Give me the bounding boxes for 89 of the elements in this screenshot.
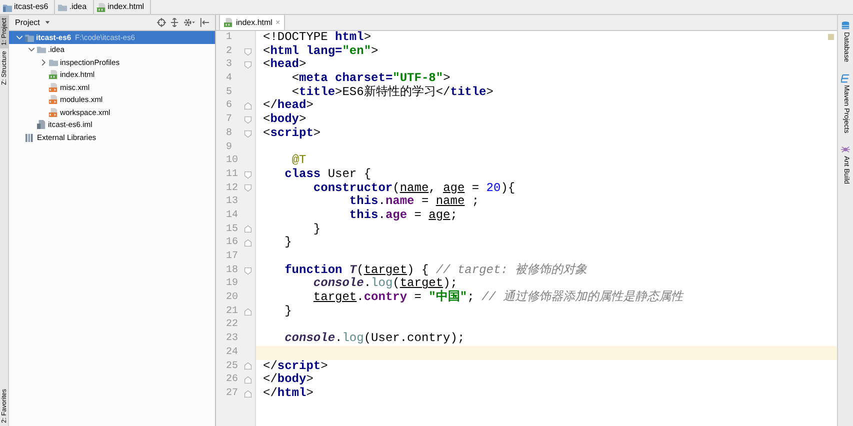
code-line: </head> (262, 99, 314, 113)
project-folder-icon (3, 2, 12, 12)
fold-marker-icon[interactable] (244, 390, 252, 398)
line-number: 2 (225, 44, 234, 58)
code-line: constructor(name, age = 20){ (312, 182, 516, 195)
line-number: 25 (225, 360, 240, 374)
code-line: this.name = name ; (348, 195, 480, 209)
line-number: 4 (225, 72, 234, 86)
line-number: 8 (225, 126, 234, 140)
folder-icon (58, 2, 68, 12)
line-number: 3 (225, 58, 234, 72)
module-file-icon (37, 120, 46, 130)
code-line: </script> (262, 360, 328, 373)
line-number: 20 (225, 291, 240, 305)
settings-icon[interactable] (183, 18, 196, 27)
line-number: 18 (225, 264, 240, 278)
line-number: 5 (225, 86, 234, 100)
collapse-all-icon[interactable] (170, 18, 179, 27)
fold-marker-icon[interactable] (244, 48, 252, 56)
breadcrumb-item[interactable]: index.html (94, 0, 152, 14)
code-line: <body> (262, 113, 306, 127)
html-file-icon (224, 18, 233, 27)
code-line: <meta charset="UTF-8"> (290, 72, 450, 86)
fold-marker-icon[interactable] (244, 308, 252, 316)
code-line: class User { (284, 168, 372, 182)
line-number: 13 (225, 195, 240, 209)
code-line: <html lang="en"> (262, 44, 378, 58)
line-number: 9 (225, 140, 234, 154)
line-number: 6 (225, 99, 234, 114)
line-number: 17 (225, 250, 240, 264)
code-line: target.contry = "中国"; // 通过修饰器添加的属性是静态属性 (312, 291, 684, 305)
fold-marker-icon[interactable] (244, 225, 252, 234)
fold-marker-icon[interactable] (244, 170, 252, 179)
fold-marker-icon[interactable] (244, 61, 252, 70)
code-line: console.log(User.contry); (284, 332, 465, 346)
line-number: 10 (225, 154, 240, 168)
hide-panel-icon[interactable] (200, 18, 209, 27)
line-number: 12 (225, 182, 240, 196)
code-line: </body> (262, 373, 314, 387)
code-line: <head> (262, 58, 306, 72)
fold-marker-icon[interactable] (244, 362, 252, 370)
code-line: } (312, 222, 321, 236)
line-number: 26 (225, 373, 240, 387)
code-line: <!DOCTYPE html> (262, 31, 372, 45)
line-number: 16 (225, 236, 240, 250)
dropdown-caret-icon (44, 19, 51, 26)
fold-marker-icon[interactable] (244, 266, 252, 275)
line-number: 1 (225, 31, 234, 45)
maven-icon (841, 74, 850, 83)
code-line: } (284, 304, 292, 318)
code-line: } (284, 236, 292, 250)
line-number: 11 (225, 168, 240, 182)
xml-file-icon (49, 108, 58, 117)
database-icon (841, 21, 850, 30)
line-number: 22 (225, 318, 240, 332)
ant-icon (841, 145, 850, 154)
code-line: console.log(target); (312, 277, 458, 290)
line-number: 7 (225, 113, 234, 127)
line-number: 19 (225, 277, 240, 292)
html-file-icon (49, 70, 58, 80)
code-line: this.age = age; (348, 208, 458, 223)
line-number: 24 (225, 346, 240, 360)
fold-marker-icon[interactable] (244, 184, 252, 192)
fold-marker-icon[interactable] (244, 239, 252, 248)
fold-marker-icon[interactable] (244, 376, 252, 384)
line-number: 27 (225, 386, 240, 401)
xml-file-icon (49, 82, 58, 92)
project-view-dropdown[interactable]: Project (15, 16, 51, 28)
line-number: 15 (225, 222, 240, 236)
code-line: function T(target) { // target: 被修饰的对象 (284, 264, 588, 277)
code-line: <title>ES6新特性的学习</title> (290, 86, 494, 99)
code-line: @T (290, 154, 306, 168)
html-file-icon (96, 2, 106, 12)
fold-marker-icon[interactable] (244, 102, 252, 110)
project-folder-icon (25, 32, 34, 42)
breadcrumb-item[interactable]: .idea (55, 0, 94, 14)
code-line: </html> (262, 386, 314, 401)
line-number: 14 (225, 208, 240, 223)
tab-label: index.html (236, 16, 272, 28)
library-icon (25, 132, 35, 142)
line-number: 21 (225, 304, 240, 318)
line-number: 23 (225, 332, 240, 346)
xml-file-icon (49, 95, 58, 104)
breadcrumb-item[interactable]: itcast-es6 (0, 0, 56, 14)
fold-marker-icon[interactable] (244, 116, 252, 124)
locate-icon[interactable] (157, 18, 166, 27)
code-line: <script> (262, 126, 321, 140)
editor-tab[interactable]: index.html × (219, 14, 286, 30)
fold-marker-icon[interactable] (244, 130, 252, 138)
